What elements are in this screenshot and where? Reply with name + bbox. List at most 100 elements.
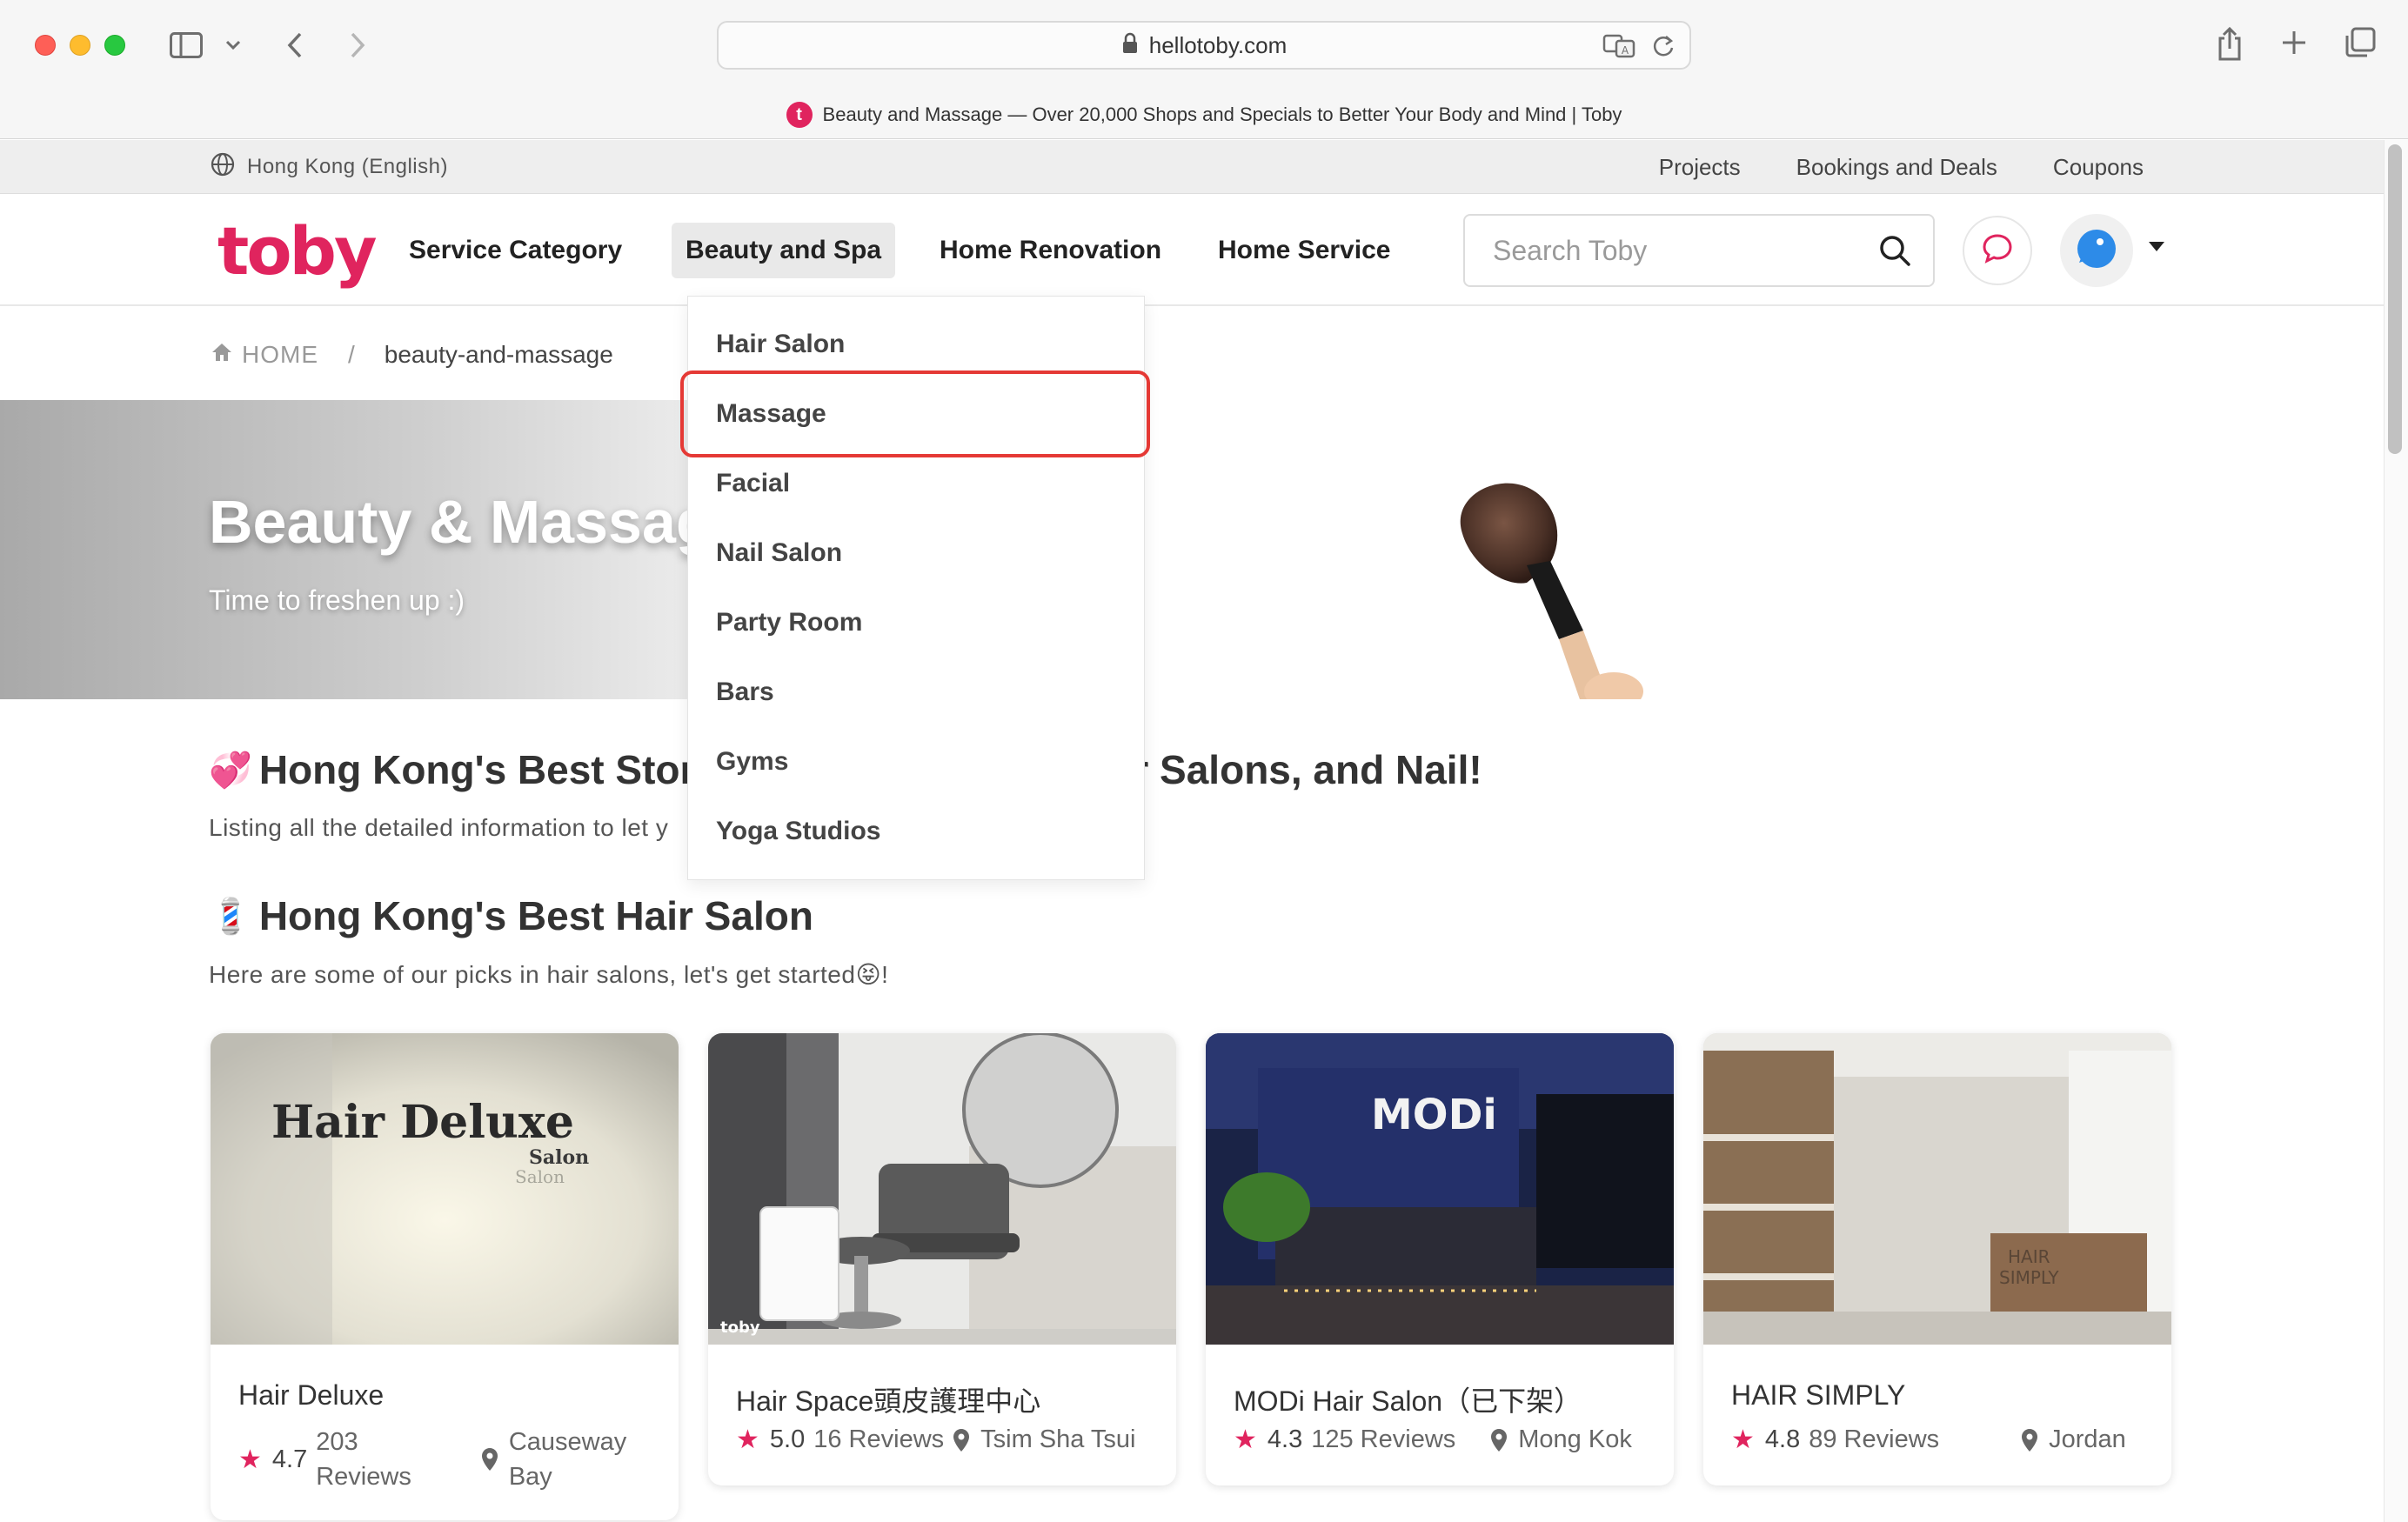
salon-reviews: 125 Reviews (1311, 1425, 1456, 1453)
lock-icon (1121, 32, 1139, 59)
user-avatar[interactable] (2060, 214, 2133, 287)
best-hair-salon-description: Here are some of our picks in hair salon… (209, 961, 889, 988)
salon-reviews: 16 Reviews (813, 1425, 945, 1453)
url-text: hellotoby.com (1148, 31, 1288, 58)
messages-button[interactable] (1963, 216, 2032, 285)
new-tab-icon[interactable] (2279, 28, 2309, 57)
best-hair-salon-heading: 💈 Hong Kong's Best Hair Salon (209, 892, 813, 939)
menu-item-yoga-studios[interactable]: Yoga Studios (716, 817, 880, 846)
breadcrumb: HOME / beauty-and-massage (211, 337, 613, 372)
salon-name: Hair Deluxe (238, 1379, 385, 1411)
search-box (1463, 214, 1935, 287)
toby-logo[interactable]: toby (217, 212, 377, 290)
region-selector[interactable]: Hong Kong (English) (211, 140, 448, 194)
salon-location: Causeway Bay (509, 1425, 626, 1494)
map-pin-icon (953, 1428, 970, 1452)
best-stores-heading: 💞 Hong Kong's Best Stor air Salons, and … (209, 746, 1482, 793)
menu-item-nail-salon[interactable]: Nail Salon (716, 538, 842, 568)
translate-icon[interactable]: A (1602, 33, 1637, 63)
nav-home-service[interactable]: Home Service (1204, 223, 1404, 278)
salon-name: MODi Hair Salon（已下架） (1234, 1385, 1582, 1417)
salon-reviews: 203 Reviews (316, 1425, 411, 1494)
map-pin-icon (2021, 1428, 2038, 1452)
barber-pole-emoji-icon: 💈 (209, 897, 252, 936)
menu-item-facial[interactable]: Facial (716, 469, 790, 498)
breadcrumb-home[interactable]: HOME (211, 341, 318, 369)
menu-item-party-room[interactable]: Party Room (716, 608, 862, 638)
hair-deluxe-salon-shadow: Salon (515, 1166, 565, 1187)
search-icon[interactable] (1877, 233, 1916, 271)
salon-meta: ★ 5.0 16 Reviews Tsim Sha Tsui (736, 1425, 1148, 1455)
massage-highlight-box (680, 370, 1150, 457)
utility-bar: Hong Kong (English) Projects Bookings an… (0, 140, 2384, 194)
chevron-down-icon[interactable] (223, 35, 244, 56)
minimize-window-button[interactable] (70, 35, 90, 56)
menu-item-bars[interactable]: Bars (716, 678, 774, 707)
salon-photo-hair-space: toby (708, 1033, 1176, 1345)
salon-location: Mong Kok (1518, 1425, 1632, 1453)
salon-name: HAIR SIMPLY (1731, 1379, 1906, 1411)
salon-location-line1: Causeway (508, 1428, 627, 1456)
breadcrumb-separator: / (348, 341, 355, 368)
close-window-button[interactable] (35, 35, 56, 56)
salon-card-modi[interactable]: MODi MODi Hair Salon（已下架） ★ 4.3 125 Revi… (1206, 1033, 1674, 1485)
best-stores-heading-left: Hong Kong's Best Stor (258, 747, 696, 792)
forward-icon[interactable] (344, 28, 371, 63)
chat-bubble-icon (1981, 232, 2014, 270)
menu-item-hair-salon[interactable]: Hair Salon (716, 330, 845, 359)
hair-simply-sign-2: SIMPLY (1999, 1267, 2059, 1288)
salon-card-hair-simply[interactable]: HAIR SIMPLY HAIR SIMPLY ★ 4.8 89 Reviews… (1703, 1033, 2171, 1485)
nav-service-category[interactable]: Service Category (395, 223, 636, 278)
hearts-emoji-icon: 💞 (209, 751, 252, 790)
menu-item-gyms[interactable]: Gyms (716, 747, 788, 777)
map-pin-icon (481, 1447, 498, 1472)
salon-rating: 4.8 (1764, 1425, 1801, 1453)
projects-link[interactable]: Projects (1659, 154, 1741, 181)
salon-rating: 5.0 (769, 1425, 806, 1453)
toby-favicon: t (786, 102, 813, 128)
star-icon: ★ (238, 1445, 262, 1474)
salon-meta: ★ 4.7 203 Reviews Causeway Bay (238, 1425, 651, 1494)
active-tab[interactable]: t Beauty and Massage — Over 20,000 Shops… (0, 96, 2408, 134)
browser-chrome: hellotoby.com A t Beauty and Massage — O… (0, 0, 2408, 139)
makeup-brush-image (1444, 478, 1705, 699)
page-scrollbar-thumb[interactable] (2388, 144, 2402, 454)
nav-beauty-and-spa[interactable]: Beauty and Spa (672, 223, 896, 278)
salon-card-hair-space[interactable]: toby Hair Space頭皮護理中心 ★ 5.0 16 Reviews T… (708, 1033, 1176, 1485)
site-header: toby Service Category Beauty and Spa Hom… (0, 195, 2384, 306)
bookings-deals-link[interactable]: Bookings and Deals (1796, 154, 1997, 181)
coupons-link[interactable]: Coupons (2053, 154, 2144, 181)
salon-reviews-label: Reviews (316, 1463, 411, 1491)
salon-location: Jordan (2049, 1425, 2126, 1453)
reload-icon[interactable] (1651, 34, 1676, 63)
address-bar[interactable]: hellotoby.com A (717, 21, 1691, 70)
zoom-window-button[interactable] (104, 35, 125, 56)
salon-card-hair-deluxe[interactable]: Hair Deluxe Salon Salon Hair Deluxe ★ 4.… (211, 1033, 679, 1520)
salon-reviews-count: 203 (316, 1428, 358, 1456)
salon-name: Hair Space頭皮護理中心 (736, 1385, 1041, 1417)
avatar-chat-icon (2070, 223, 2123, 279)
salon-rating: 4.7 (271, 1445, 308, 1473)
best-stores-description: Listing all the detailed information to … (209, 814, 669, 841)
star-icon: ★ (1234, 1425, 1257, 1454)
star-icon: ★ (1731, 1425, 1755, 1454)
region-label: Hong Kong (English) (247, 155, 448, 178)
sidebar-toggle-icon[interactable] (169, 30, 204, 61)
svg-text:A: A (1622, 44, 1629, 57)
back-icon[interactable] (282, 28, 308, 63)
home-icon (211, 341, 233, 369)
nav-home-renovation[interactable]: Home Renovation (926, 223, 1175, 278)
best-hair-salon-title: Hong Kong's Best Hair Salon (258, 893, 813, 938)
tab-title: Beauty and Massage — Over 20,000 Shops a… (822, 103, 1622, 125)
salon-rating: 4.3 (1267, 1425, 1303, 1453)
hero-banner: Beauty & Massage Time to freshen up :) (0, 400, 2384, 699)
toby-watermark: toby (720, 1318, 760, 1337)
globe-icon (211, 152, 235, 183)
salon-location: Tsim Sha Tsui (980, 1425, 1136, 1453)
search-input[interactable] (1493, 234, 1876, 267)
account-menu-caret-icon[interactable] (2149, 242, 2164, 251)
share-icon[interactable] (2215, 24, 2244, 63)
hero-title: Beauty & Massage (209, 488, 747, 556)
tab-overview-icon[interactable] (2344, 26, 2377, 59)
salon-photo-hair-simply: HAIR SIMPLY (1703, 1033, 2171, 1345)
